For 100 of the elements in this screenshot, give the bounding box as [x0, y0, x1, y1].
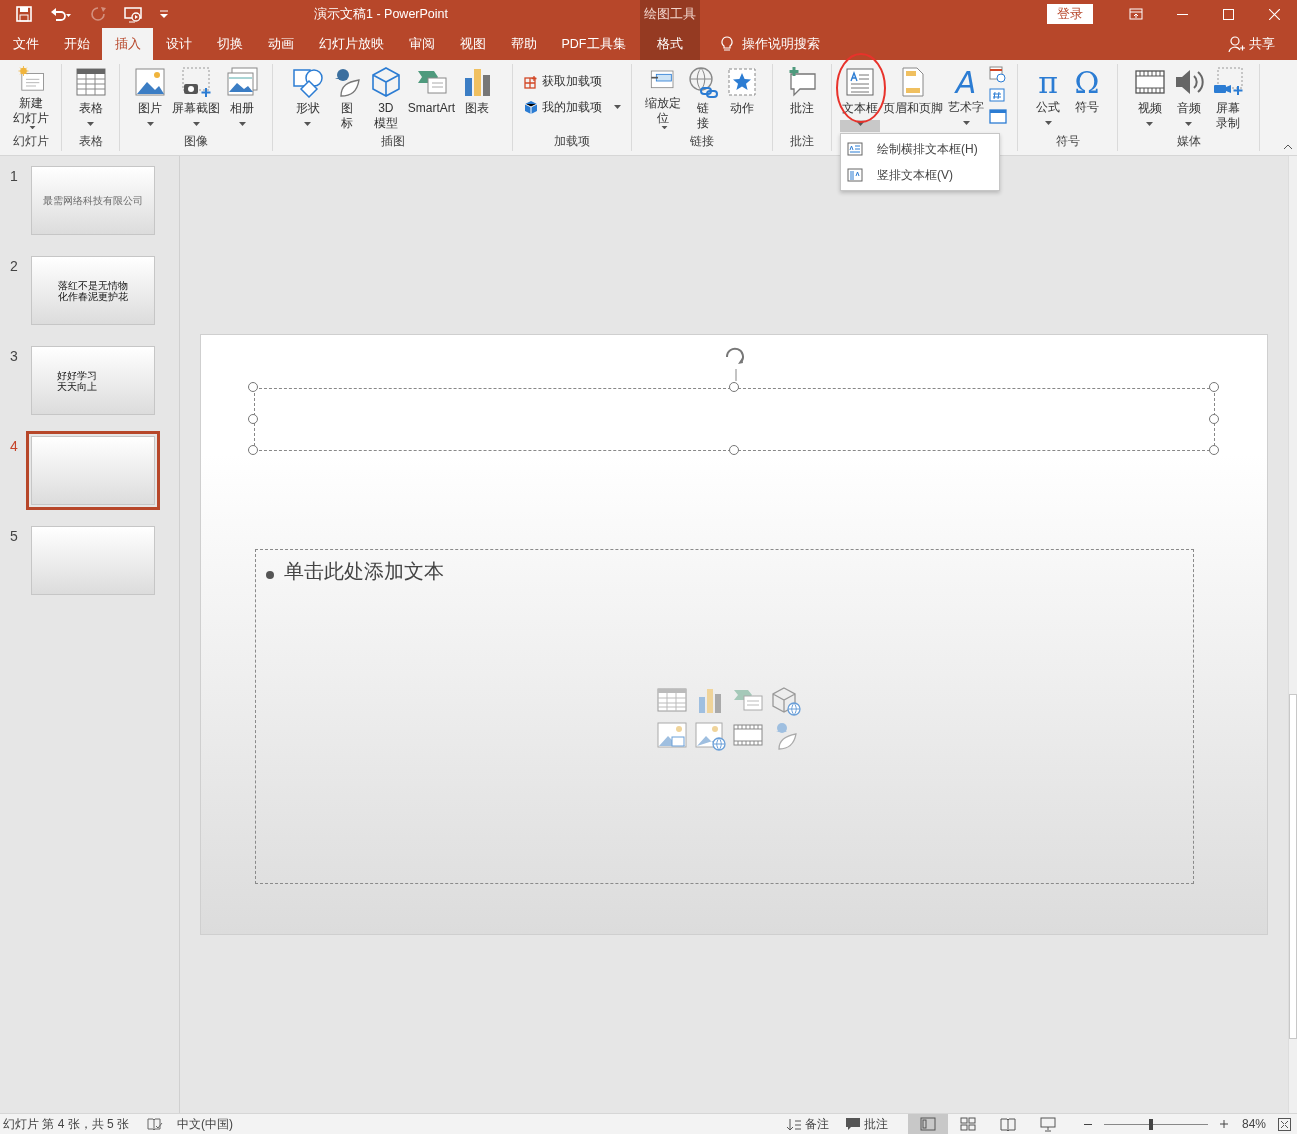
ribbon-tab[interactable]: 格式	[640, 28, 700, 60]
ribbon-button[interactable]: 批注	[783, 64, 821, 132]
slide-number-icon	[989, 87, 1007, 104]
ribbon-button[interactable]: 获取加载项	[519, 72, 625, 90]
ribbon-button[interactable]: 页眉和页脚	[881, 64, 945, 132]
comment-icon	[844, 1117, 861, 1131]
resize-handle[interactable]	[728, 382, 739, 392]
scrollbar-thumb[interactable]	[1289, 694, 1297, 1039]
person-add-icon	[1228, 35, 1246, 53]
ribbon-button[interactable]: 图表	[458, 64, 497, 132]
ribbon-tab[interactable]: 插入	[102, 28, 153, 60]
thumbnail-text: 最需网络科技有限公司	[43, 195, 143, 206]
cube-icon[interactable]	[770, 685, 802, 717]
slide-thumbnail[interactable]: 最需网络科技有限公司	[31, 166, 155, 235]
ribbon-button[interactable]: 视频	[1130, 64, 1169, 132]
normal-view-icon	[919, 1116, 936, 1132]
ribbon-button[interactable]: 我的加载项	[519, 98, 625, 116]
ribbon-tab[interactable]: 切换	[204, 28, 255, 60]
shapes-icon	[291, 66, 324, 98]
thumbnail-text: 落红不是无情物	[58, 279, 128, 291]
notes-button[interactable]: 备注	[777, 1113, 837, 1134]
ribbon-button[interactable]: 屏幕 录制	[1208, 64, 1247, 132]
resize-handle[interactable]	[1209, 445, 1219, 455]
close-icon	[1268, 8, 1280, 20]
picture-icon[interactable]	[656, 719, 688, 751]
slide-number: 1	[9, 167, 19, 186]
ribbon-tab[interactable]: 文件	[0, 28, 51, 60]
thumbnail-text: 好好学习	[57, 369, 97, 381]
ribbon-button[interactable]: SmartArt	[405, 64, 458, 132]
ribbon-tab[interactable]: 动画	[255, 28, 306, 60]
resize-handle[interactable]	[1209, 382, 1219, 392]
vertical-scrollbar[interactable]	[1288, 156, 1297, 1113]
ribbon-button[interactable]	[987, 66, 1009, 83]
ribbon-button[interactable]: 缩放定 位	[643, 64, 683, 132]
zoom-slider-thumb[interactable]	[1148, 1118, 1153, 1130]
body-placeholder[interactable]: 单击此处添加文本	[255, 549, 1194, 884]
table-icon	[74, 66, 107, 98]
tell-me-search[interactable]: 操作说明搜索	[714, 28, 826, 60]
ribbon-button[interactable]: A 艺术字	[946, 64, 986, 132]
ribbon-button[interactable]: π 公式	[1029, 64, 1067, 132]
undo-icon	[50, 6, 72, 22]
comments-button[interactable]: 批注	[836, 1113, 896, 1134]
proofing-icon	[147, 1117, 164, 1131]
link-icon	[687, 66, 719, 98]
slide-thumbnail[interactable]: 好好学习 天天向上	[31, 346, 155, 415]
vertical-text-box-icon	[847, 168, 863, 182]
slide-thumbnail[interactable]: 落红不是无情物 化作春泥更护花	[31, 256, 155, 325]
ribbon-button[interactable]: 屏幕截图	[170, 64, 222, 132]
resize-handle[interactable]	[728, 445, 739, 455]
ribbon-button[interactable]: 形状	[288, 64, 327, 132]
sign-in-button[interactable]: 登录	[1047, 3, 1093, 25]
menu-item[interactable]: 绘制横排文本框(H)	[841, 136, 999, 162]
ribbon-tab[interactable]: 幻灯片放映	[306, 28, 396, 60]
ribbon-tab[interactable]: 开始	[51, 28, 102, 60]
ribbon-tab[interactable]: 帮助	[498, 28, 549, 60]
view-button[interactable]	[907, 1113, 948, 1134]
resize-handle[interactable]	[1209, 413, 1219, 424]
ribbon-button[interactable]: Ω 符号	[1068, 64, 1106, 132]
ribbon-button[interactable]: 图片	[131, 64, 169, 132]
save-icon	[16, 6, 32, 22]
ribbon-tab[interactable]: 审阅	[396, 28, 447, 60]
resize-handle[interactable]	[248, 445, 258, 455]
ribbon-button[interactable]: 动作	[723, 64, 761, 132]
zoom-level: 84%	[1241, 1116, 1266, 1133]
ribbon-button[interactable]: 表格	[71, 64, 110, 132]
add-ins-icon	[523, 73, 538, 89]
group-label: 表格	[77, 133, 104, 150]
notes-icon	[785, 1117, 802, 1131]
menu-item[interactable]: 竖排文本框(V)	[841, 162, 999, 188]
ribbon-tab[interactable]: 设计	[153, 28, 204, 60]
group-label: 插图	[379, 133, 406, 150]
placeholder-text: 单击此处添加文本	[284, 560, 444, 582]
resize-handle[interactable]	[248, 382, 258, 392]
ribbon-button[interactable]: 相册	[223, 64, 261, 132]
minus-icon	[1083, 1123, 1092, 1125]
maximize-icon	[1222, 8, 1234, 20]
bullet-icon	[266, 570, 274, 579]
ribbon-button[interactable]: 音频	[1169, 64, 1208, 132]
slide-number: 5	[9, 527, 19, 546]
slide-number: 4	[9, 437, 19, 456]
online-picture-icon[interactable]	[694, 719, 726, 751]
language-label: 中文(中国)	[177, 1116, 234, 1133]
fit-to-window-icon	[1278, 1117, 1291, 1131]
ribbon-tab[interactable]: 视图	[447, 28, 498, 60]
slide-thumbnail[interactable]	[31, 526, 155, 595]
ribbon-button[interactable]: 图 标	[327, 64, 366, 132]
ribbon-button[interactable]: 3D 模型	[366, 64, 405, 132]
group-label: 图像	[183, 133, 209, 150]
text-box-icon	[844, 66, 876, 98]
slide-show-icon	[1039, 1116, 1056, 1132]
resize-handle[interactable]	[248, 413, 258, 424]
picture-icon	[134, 66, 166, 98]
ribbon-button[interactable]: 新建 幻灯片	[10, 64, 51, 132]
share-button[interactable]: 共享	[1222, 28, 1281, 60]
ribbon-button[interactable]: 链 接	[684, 64, 722, 132]
photo-album-icon	[226, 66, 258, 98]
ribbon-button[interactable]	[987, 108, 1009, 125]
ribbon-tab[interactable]: PDF工具集	[549, 28, 638, 60]
group-label: 加载项	[553, 133, 591, 150]
horizontal-text-box-icon	[847, 142, 863, 156]
